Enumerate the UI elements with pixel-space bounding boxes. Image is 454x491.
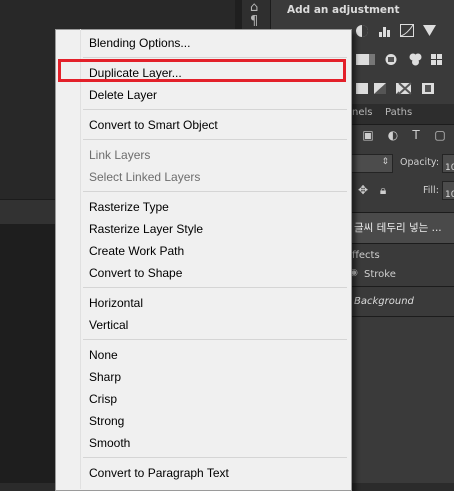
gradient-map-icon[interactable] — [398, 80, 413, 95]
menu-item-antialias-sharp[interactable]: Sharp — [89, 370, 121, 384]
lock-all-icon[interactable]: 🔒︎ — [380, 183, 386, 197]
blend-mode-select[interactable]: ⇕ — [345, 154, 393, 173]
brightness-contrast-icon[interactable] — [355, 22, 370, 37]
menu-item-convert-paragraph-text[interactable]: Convert to Paragraph Text — [89, 466, 229, 480]
menu-separator — [83, 287, 347, 288]
menu-item-antialias-crisp[interactable]: Crisp — [89, 392, 117, 406]
move-lock-icon[interactable]: ✥ — [358, 183, 368, 197]
menu-item-rasterize-type[interactable]: Rasterize Type — [89, 200, 169, 214]
menu-separator — [83, 139, 347, 140]
menu-separator — [83, 109, 347, 110]
shape-filter-icon[interactable]: ▢ — [434, 129, 446, 141]
menu-item-vertical[interactable]: Vertical — [89, 318, 128, 332]
menu-separator — [83, 57, 347, 58]
image-filter-icon[interactable]: ▣ — [362, 129, 374, 141]
tab-channels[interactable]: nels — [352, 107, 372, 118]
adjustment-filter-icon[interactable]: ◐ — [387, 129, 399, 141]
fill-input[interactable]: 10 — [442, 181, 454, 200]
type-filter-icon[interactable]: T — [410, 129, 422, 141]
curves-icon[interactable] — [400, 22, 415, 37]
menu-item-convert-smart-object[interactable]: Convert to Smart Object — [89, 118, 218, 132]
color-balance-icon[interactable] — [362, 51, 377, 65]
layer-name: 글씨 테두리 넣는 ... — [354, 222, 442, 234]
exposure-icon[interactable] — [422, 22, 437, 36]
menu-item-rasterize-layer-style[interactable]: Rasterize Layer Style — [89, 222, 203, 236]
menu-item-link-layers: Link Layers — [89, 148, 151, 162]
effects-label: ffects — [352, 250, 380, 261]
background-layer-label[interactable]: Background — [354, 296, 414, 307]
opacity-label: Opacity: — [400, 157, 440, 168]
lock-icons: ✥ 🔒︎ — [358, 183, 386, 198]
menu-item-antialias-none[interactable]: None — [89, 348, 118, 362]
menu-icon-gutter — [80, 29, 81, 489]
chevron-updown-icon: ⇕ — [381, 157, 389, 167]
menu-item-convert-to-shape[interactable]: Convert to Shape — [89, 266, 182, 280]
menu-separator — [83, 191, 347, 192]
menu-separator — [83, 339, 347, 340]
menu-item-create-work-path[interactable]: Create Work Path — [89, 244, 184, 258]
paragraph-icon[interactable]: ¶ — [250, 15, 262, 28]
invert-icon[interactable] — [355, 80, 370, 94]
opacity-value: 10 — [445, 163, 454, 173]
highlight-annotation-box — [58, 59, 346, 82]
black-white-icon[interactable] — [384, 51, 399, 65]
menu-item-blending-options[interactable]: Blending Options... — [89, 36, 190, 50]
color-lookup-icon[interactable] — [430, 51, 445, 65]
menu-item-horizontal[interactable]: Horizontal — [89, 296, 143, 310]
posterize-icon[interactable] — [373, 80, 388, 94]
menu-item-antialias-smooth[interactable]: Smooth — [89, 436, 130, 450]
history-icon[interactable]: ⌂ — [250, 1, 262, 14]
tab-paths[interactable]: Paths — [385, 107, 412, 118]
selective-color-icon[interactable] — [421, 80, 436, 94]
menu-item-delete-layer[interactable]: Delete Layer — [89, 88, 157, 102]
adjustments-panel-title: Add an adjustment — [287, 4, 400, 16]
opacity-input[interactable]: 10 — [442, 154, 454, 173]
levels-icon[interactable] — [378, 22, 393, 37]
stroke-effect-label[interactable]: Stroke — [364, 269, 396, 280]
fill-label: Fill: — [423, 185, 439, 196]
fill-value: 10 — [445, 190, 454, 200]
channel-mixer-icon[interactable] — [408, 51, 423, 66]
menu-separator — [83, 457, 347, 458]
menu-item-select-linked-layers: Select Linked Layers — [89, 170, 201, 184]
menu-item-antialias-strong[interactable]: Strong — [89, 414, 124, 428]
